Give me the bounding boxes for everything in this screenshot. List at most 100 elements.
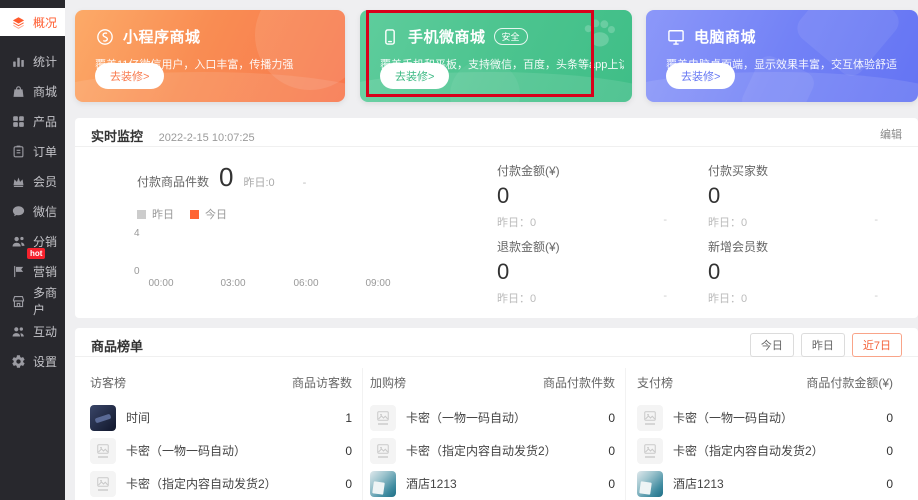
legend-label-today: 今日: [205, 209, 227, 221]
panel-title: 商品榜单: [91, 339, 144, 354]
ranking-row[interactable]: 卡密（指定内容自动发货2） 0: [637, 434, 893, 467]
stat-dash: -: [874, 214, 878, 226]
stat-value: 0: [497, 259, 510, 284]
product-value: 0: [886, 443, 893, 458]
product-thumbnail: [90, 404, 116, 431]
ranking-row[interactable]: 卡密（一物一码自动） 0: [90, 434, 352, 467]
stat-value: 0: [497, 183, 510, 208]
stat-value: 0: [708, 183, 721, 208]
placeholder-image-icon: [637, 437, 663, 464]
column-value-header: 商品访客数: [291, 376, 352, 390]
stat-yesterday: 昨日：0: [497, 293, 537, 305]
stat-value: 0: [219, 162, 234, 192]
placeholder-image-icon: [90, 437, 116, 464]
sidebar-item-label: 统计: [33, 54, 58, 69]
product-thumbnail: [637, 470, 663, 497]
bar-chart-icon: [11, 54, 26, 69]
product-value: 0: [608, 443, 615, 458]
sidebar-item-label: 多商户: [33, 286, 58, 317]
sidebar-item-label: 概况: [33, 15, 58, 30]
pc-mall-card: 电脑商城 覆盖电脑桌面端，显示效果丰富，交互体验舒适 去装修>: [646, 10, 918, 102]
sidebar-item-overview[interactable]: 概况: [0, 8, 65, 36]
product-value: 0: [608, 410, 615, 425]
stat-value: 0: [708, 259, 721, 284]
refund-amount-stat: 退款金额(¥) 0 昨日：0 -: [497, 238, 667, 306]
column-divider: [362, 368, 363, 500]
tab-today[interactable]: 今日: [749, 333, 794, 357]
card-title: 小程序商城: [123, 29, 201, 46]
product-value: 0: [886, 476, 893, 491]
stat-label: 新增会员数: [708, 240, 769, 254]
stat-label: 退款金额(¥): [497, 240, 560, 254]
product-value: 0: [608, 476, 615, 491]
decorate-button[interactable]: 去装修>: [95, 63, 165, 89]
sidebar-item-marketing[interactable]: hot 营销: [0, 248, 65, 286]
sidebar-item-mall[interactable]: 商城: [0, 76, 65, 106]
stat-dash: -: [874, 290, 878, 302]
panel-title: 实时监控: [91, 129, 144, 144]
tab-yesterday[interactable]: 昨日: [800, 333, 845, 357]
stat-label: 付款买家数: [708, 164, 769, 178]
legend-swatch-today: [190, 209, 199, 219]
multi-store-icon: [11, 294, 26, 309]
mall-bag-icon: [11, 84, 26, 99]
sidebar-item-products[interactable]: 产品: [0, 106, 65, 136]
miniprogram-mall-card: 小程序商城 覆盖11亿微信用户，入口丰富，传播力强 去装修>: [75, 10, 345, 102]
column-header: 访客榜: [90, 376, 127, 390]
stat-yesterday: 昨日：0: [708, 217, 748, 229]
annotation-red-box: [366, 10, 594, 97]
product-name: 卡密（一物一码自动）: [406, 411, 527, 425]
x-axis-tick: 09:00: [365, 278, 391, 289]
sidebar-item-label: 产品: [33, 114, 58, 129]
product-name: 酒店1213: [673, 477, 724, 491]
distribution-people-icon: [11, 234, 26, 249]
ranking-row[interactable]: 酒店1213 0: [370, 467, 615, 500]
edit-link[interactable]: 编辑: [880, 126, 902, 142]
product-name: 卡密（指定内容自动发货2）: [126, 477, 277, 491]
sidebar-item-members[interactable]: 会员: [0, 166, 65, 196]
realtime-monitor-panel: 实时监控 2022-2-15 10:07:25 编辑 付款商品件数 0 昨日:0…: [75, 118, 918, 318]
x-axis-tick: 00:00: [148, 278, 174, 289]
stat-yesterday: 昨日：0: [497, 217, 537, 229]
decorate-button[interactable]: 去装修>: [666, 63, 736, 89]
sidebar-item-stats[interactable]: 统计: [0, 46, 65, 76]
crown-icon: [11, 174, 26, 189]
product-name: 酒店1213: [406, 477, 457, 491]
column-header: 支付榜: [637, 376, 674, 390]
sidebar-item-wechat[interactable]: 微信: [0, 196, 65, 226]
sidebar-item-label: 设置: [33, 354, 58, 369]
product-name: 卡密（一物一码自动）: [126, 444, 247, 458]
wechat-chat-icon: [11, 204, 26, 219]
sidebar-item-label: 分销: [33, 234, 58, 249]
sidebar-item-settings[interactable]: 设置: [0, 346, 65, 376]
ranking-row[interactable]: 卡密（指定内容自动发货2） 0: [90, 467, 352, 500]
sidebar-item-label: 营销: [33, 264, 58, 279]
add-to-cart-ranking-column: 加购榜 商品付款件数 卡密（一物一码自动） 0 卡密（指定内容自动发货2） 0 …: [370, 366, 615, 500]
sidebar-item-label: 互动: [33, 324, 58, 339]
sidebar-item-multi-store[interactable]: 多商户: [0, 286, 65, 317]
ranking-row[interactable]: 卡密（指定内容自动发货2） 0: [370, 434, 615, 467]
tab-last-7-days[interactable]: 近7日: [851, 333, 902, 357]
ranking-row[interactable]: 酒店1213 0: [637, 467, 893, 500]
sidebar-item-orders[interactable]: 订单: [0, 136, 65, 166]
ranking-row[interactable]: 卡密（一物一码自动） 0: [637, 401, 893, 434]
chart-legend: 昨日 今日: [137, 206, 227, 222]
interaction-people-icon: [11, 324, 26, 339]
card-title: 电脑商城: [694, 29, 757, 46]
ranking-row[interactable]: 卡密（一物一码自动） 0: [370, 401, 615, 434]
sidebar-item-interaction[interactable]: 互动: [0, 316, 65, 346]
ranking-row[interactable]: 时间 1: [90, 401, 352, 434]
visitors-ranking-column: 访客榜 商品访客数 时间 1 卡密（一物一码自动） 0 卡密（指定内容自动发货2…: [90, 366, 352, 500]
placeholder-image-icon: [370, 437, 396, 464]
product-name: 时间: [126, 411, 151, 425]
legend-label-yesterday: 昨日: [152, 209, 174, 221]
stat-label: 付款金额(¥): [497, 164, 560, 178]
placeholder-image-icon: [637, 404, 663, 431]
layers-icon: [11, 15, 26, 30]
new-members-stat: 新增会员数 0 昨日：0 -: [708, 238, 878, 306]
column-header: 加购榜: [370, 376, 407, 390]
paid-items-stat: 付款商品件数 0 昨日:0 -: [137, 162, 306, 193]
product-thumbnail: [370, 470, 396, 497]
product-ranking-panel: 商品榜单 今日 昨日 近7日 访客榜 商品访客数 时间 1 卡密（一物一码自动）…: [75, 328, 918, 500]
sidebar-item-label: 订单: [33, 144, 58, 159]
